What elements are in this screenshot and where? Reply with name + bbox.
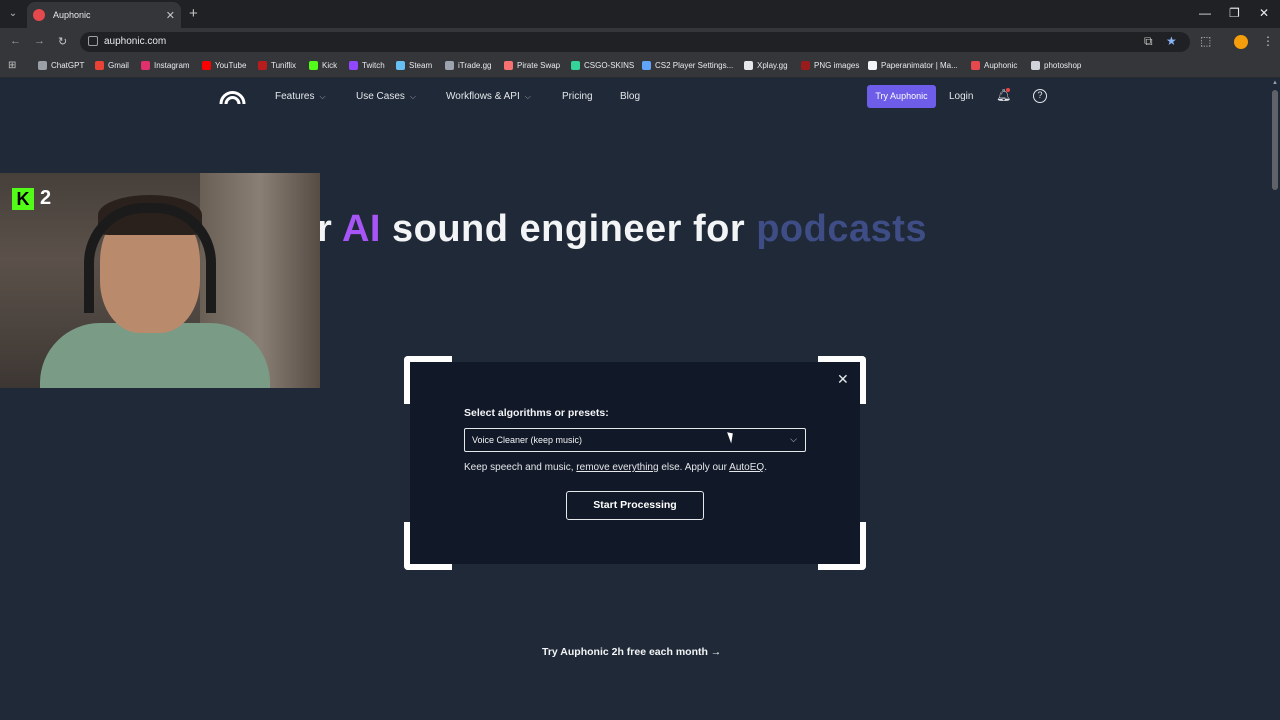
tab-auphonic[interactable]: Auphonic ✕ bbox=[27, 2, 181, 28]
cs2-settings-icon bbox=[642, 61, 651, 70]
bookmark-itrade[interactable]: iTrade.gg bbox=[445, 61, 492, 70]
preset-select[interactable]: Voice Cleaner (keep music) ⌵ bbox=[464, 428, 806, 452]
forward-icon[interactable]: → bbox=[34, 35, 45, 47]
url-text[interactable]: auphonic.com bbox=[104, 36, 166, 47]
bookmark-csgo-skins[interactable]: CSGO-SKINS bbox=[571, 61, 634, 70]
help-icon[interactable]: ? bbox=[1033, 89, 1047, 103]
youtube-icon bbox=[202, 61, 211, 70]
paperanimator-icon bbox=[868, 61, 877, 70]
address-bar[interactable]: auphonic.com bbox=[80, 32, 1190, 52]
bookmark-photoshop[interactable]: photoshop bbox=[1031, 61, 1081, 70]
nav-workflows[interactable]: Workflows & API ⌵ bbox=[446, 91, 531, 102]
minimize-icon[interactable]: — bbox=[1199, 6, 1211, 20]
browser-tab-strip: ⌄ Auphonic ✕ + — ❐ ✕ bbox=[0, 0, 1280, 28]
back-icon[interactable]: ← bbox=[10, 35, 21, 47]
steam-icon bbox=[396, 61, 405, 70]
headset-icon bbox=[84, 203, 216, 313]
bookmark-chatgpt[interactable]: ChatGPT bbox=[38, 61, 84, 70]
window-close-icon[interactable]: ✕ bbox=[1259, 6, 1269, 20]
bookmark-tuniflix[interactable]: Tuniflix bbox=[258, 61, 296, 70]
kick-icon bbox=[309, 61, 318, 70]
try-auphonic-button[interactable]: Try Auphonic bbox=[867, 85, 936, 108]
browser-menu-icon[interactable]: ⋮ bbox=[1262, 34, 1274, 48]
bookmark-xplay[interactable]: Xplay.gg bbox=[744, 61, 788, 70]
tab-title: Auphonic bbox=[53, 10, 91, 20]
close-icon[interactable]: ✕ bbox=[837, 371, 849, 388]
reload-icon[interactable]: ↻ bbox=[58, 35, 67, 48]
bookmark-png-images[interactable]: PNG images bbox=[801, 61, 859, 70]
page-scrollbar[interactable] bbox=[1270, 78, 1280, 720]
bookmark-kick[interactable]: Kick bbox=[309, 61, 337, 70]
auphonic-logo-icon[interactable] bbox=[219, 87, 246, 105]
apps-grid-icon[interactable]: ⊞ bbox=[8, 60, 16, 71]
nav-blog[interactable]: Blog bbox=[620, 91, 640, 102]
chatgpt-icon bbox=[38, 61, 47, 70]
nav-use-cases[interactable]: Use Cases ⌵ bbox=[356, 91, 416, 102]
kick-logo-icon: K bbox=[12, 187, 34, 210]
pirate-swap-icon bbox=[504, 61, 513, 70]
bookmarks-bar: ⊞ ChatGPT Gmail Instagram YouTube Tunifl… bbox=[0, 56, 1280, 78]
png-images-icon bbox=[801, 61, 810, 70]
profile-avatar[interactable] bbox=[1234, 35, 1248, 49]
start-processing-button[interactable]: Start Processing bbox=[566, 491, 704, 520]
chevron-down-icon: ⌵ bbox=[319, 91, 326, 101]
bookmark-instagram[interactable]: Instagram bbox=[141, 61, 190, 70]
bookmark-paperanimator[interactable]: Paperanimator | Ma... bbox=[868, 61, 958, 70]
tuniflix-icon bbox=[258, 61, 267, 70]
nav-features[interactable]: Features ⌵ bbox=[275, 91, 326, 102]
bookmark-twitch[interactable]: Twitch bbox=[349, 61, 385, 70]
remove-everything-link[interactable]: remove everything bbox=[576, 462, 658, 473]
bookmark-auphonic[interactable]: Auphonic bbox=[971, 61, 1017, 70]
auphonic-favicon-icon bbox=[33, 9, 45, 21]
photoshop-icon bbox=[1031, 61, 1040, 70]
chevron-down-icon: ⌵ bbox=[790, 434, 797, 444]
install-app-icon[interactable]: ⧉ bbox=[1144, 34, 1153, 49]
scrollbar-thumb[interactable] bbox=[1272, 90, 1278, 190]
gmail-icon bbox=[95, 61, 104, 70]
preset-description: Keep speech and music, remove everything… bbox=[464, 462, 767, 473]
notification-dot bbox=[1006, 88, 1010, 92]
restore-icon[interactable]: ❐ bbox=[1229, 6, 1240, 20]
tab-search-icon[interactable]: ⌄ bbox=[6, 7, 20, 21]
xplay-icon bbox=[744, 61, 753, 70]
bookmark-cs2-settings[interactable]: CS2 Player Settings... bbox=[642, 61, 733, 70]
preset-label: Select algorithms or presets: bbox=[464, 407, 609, 419]
auphonic-bookmark-icon bbox=[971, 61, 980, 70]
preset-selected-value: Voice Cleaner (keep music) bbox=[472, 435, 583, 445]
chevron-down-icon: ⌵ bbox=[524, 91, 531, 101]
bookmark-pirate-swap[interactable]: Pirate Swap bbox=[504, 61, 560, 70]
bookmark-gmail[interactable]: Gmail bbox=[95, 61, 129, 70]
csgo-skins-icon bbox=[571, 61, 580, 70]
nav-pricing[interactable]: Pricing bbox=[562, 91, 593, 102]
site-info-icon[interactable] bbox=[88, 36, 98, 46]
bookmark-steam[interactable]: Steam bbox=[396, 61, 432, 70]
twitch-icon bbox=[349, 61, 358, 70]
free-trial-link[interactable]: Try Auphonic 2h free each month → bbox=[542, 646, 721, 658]
itrade-icon bbox=[445, 61, 454, 70]
bookmark-star-icon[interactable]: ★ bbox=[1166, 34, 1177, 48]
autoeq-link[interactable]: AutoEQ bbox=[729, 462, 764, 473]
chevron-down-icon: ⌵ bbox=[409, 91, 416, 101]
new-tab-button[interactable]: + bbox=[189, 5, 198, 22]
hero-headline: r AI sound engineer for podcasts bbox=[317, 208, 928, 250]
scroll-up-icon[interactable]: ▲ bbox=[1272, 80, 1278, 86]
login-link[interactable]: Login bbox=[949, 91, 973, 102]
viewer-count: 2 bbox=[40, 187, 52, 209]
kick-viewer-badge: K 2 bbox=[12, 187, 51, 210]
tab-close-icon[interactable]: ✕ bbox=[166, 9, 175, 22]
extensions-icon[interactable]: ⬚ bbox=[1200, 34, 1211, 48]
bookmark-youtube[interactable]: YouTube bbox=[202, 61, 246, 70]
instagram-icon bbox=[141, 61, 150, 70]
